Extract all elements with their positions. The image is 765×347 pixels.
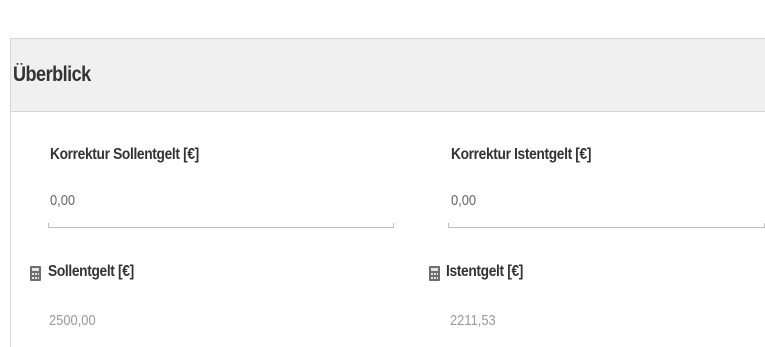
calculator-icon: [429, 266, 440, 281]
korrektur-sollentgelt-underline: [48, 223, 394, 228]
calculator-icon: [30, 266, 41, 281]
korrektur-istentgelt-underline: [448, 223, 765, 228]
korrektur-istentgelt-input[interactable]: 0,00: [451, 192, 476, 209]
overview-panel: Überblick: [10, 38, 765, 347]
korrektur-sollentgelt-label: Korrektur Sollentgelt [€]: [50, 146, 199, 163]
korrektur-istentgelt-label: Korrektur Istentgelt [€]: [451, 146, 592, 163]
korrektur-sollentgelt-input[interactable]: 0,00: [50, 192, 75, 209]
istentgelt-label: Istentgelt [€]: [446, 263, 523, 280]
sollentgelt-value: 2500,00: [49, 312, 96, 329]
sollentgelt-label: Sollentgelt [€]: [48, 263, 134, 280]
istentgelt-value: 2211,53: [450, 312, 496, 329]
panel-header: Überblick: [11, 39, 765, 112]
panel-title: Überblick: [13, 63, 91, 86]
